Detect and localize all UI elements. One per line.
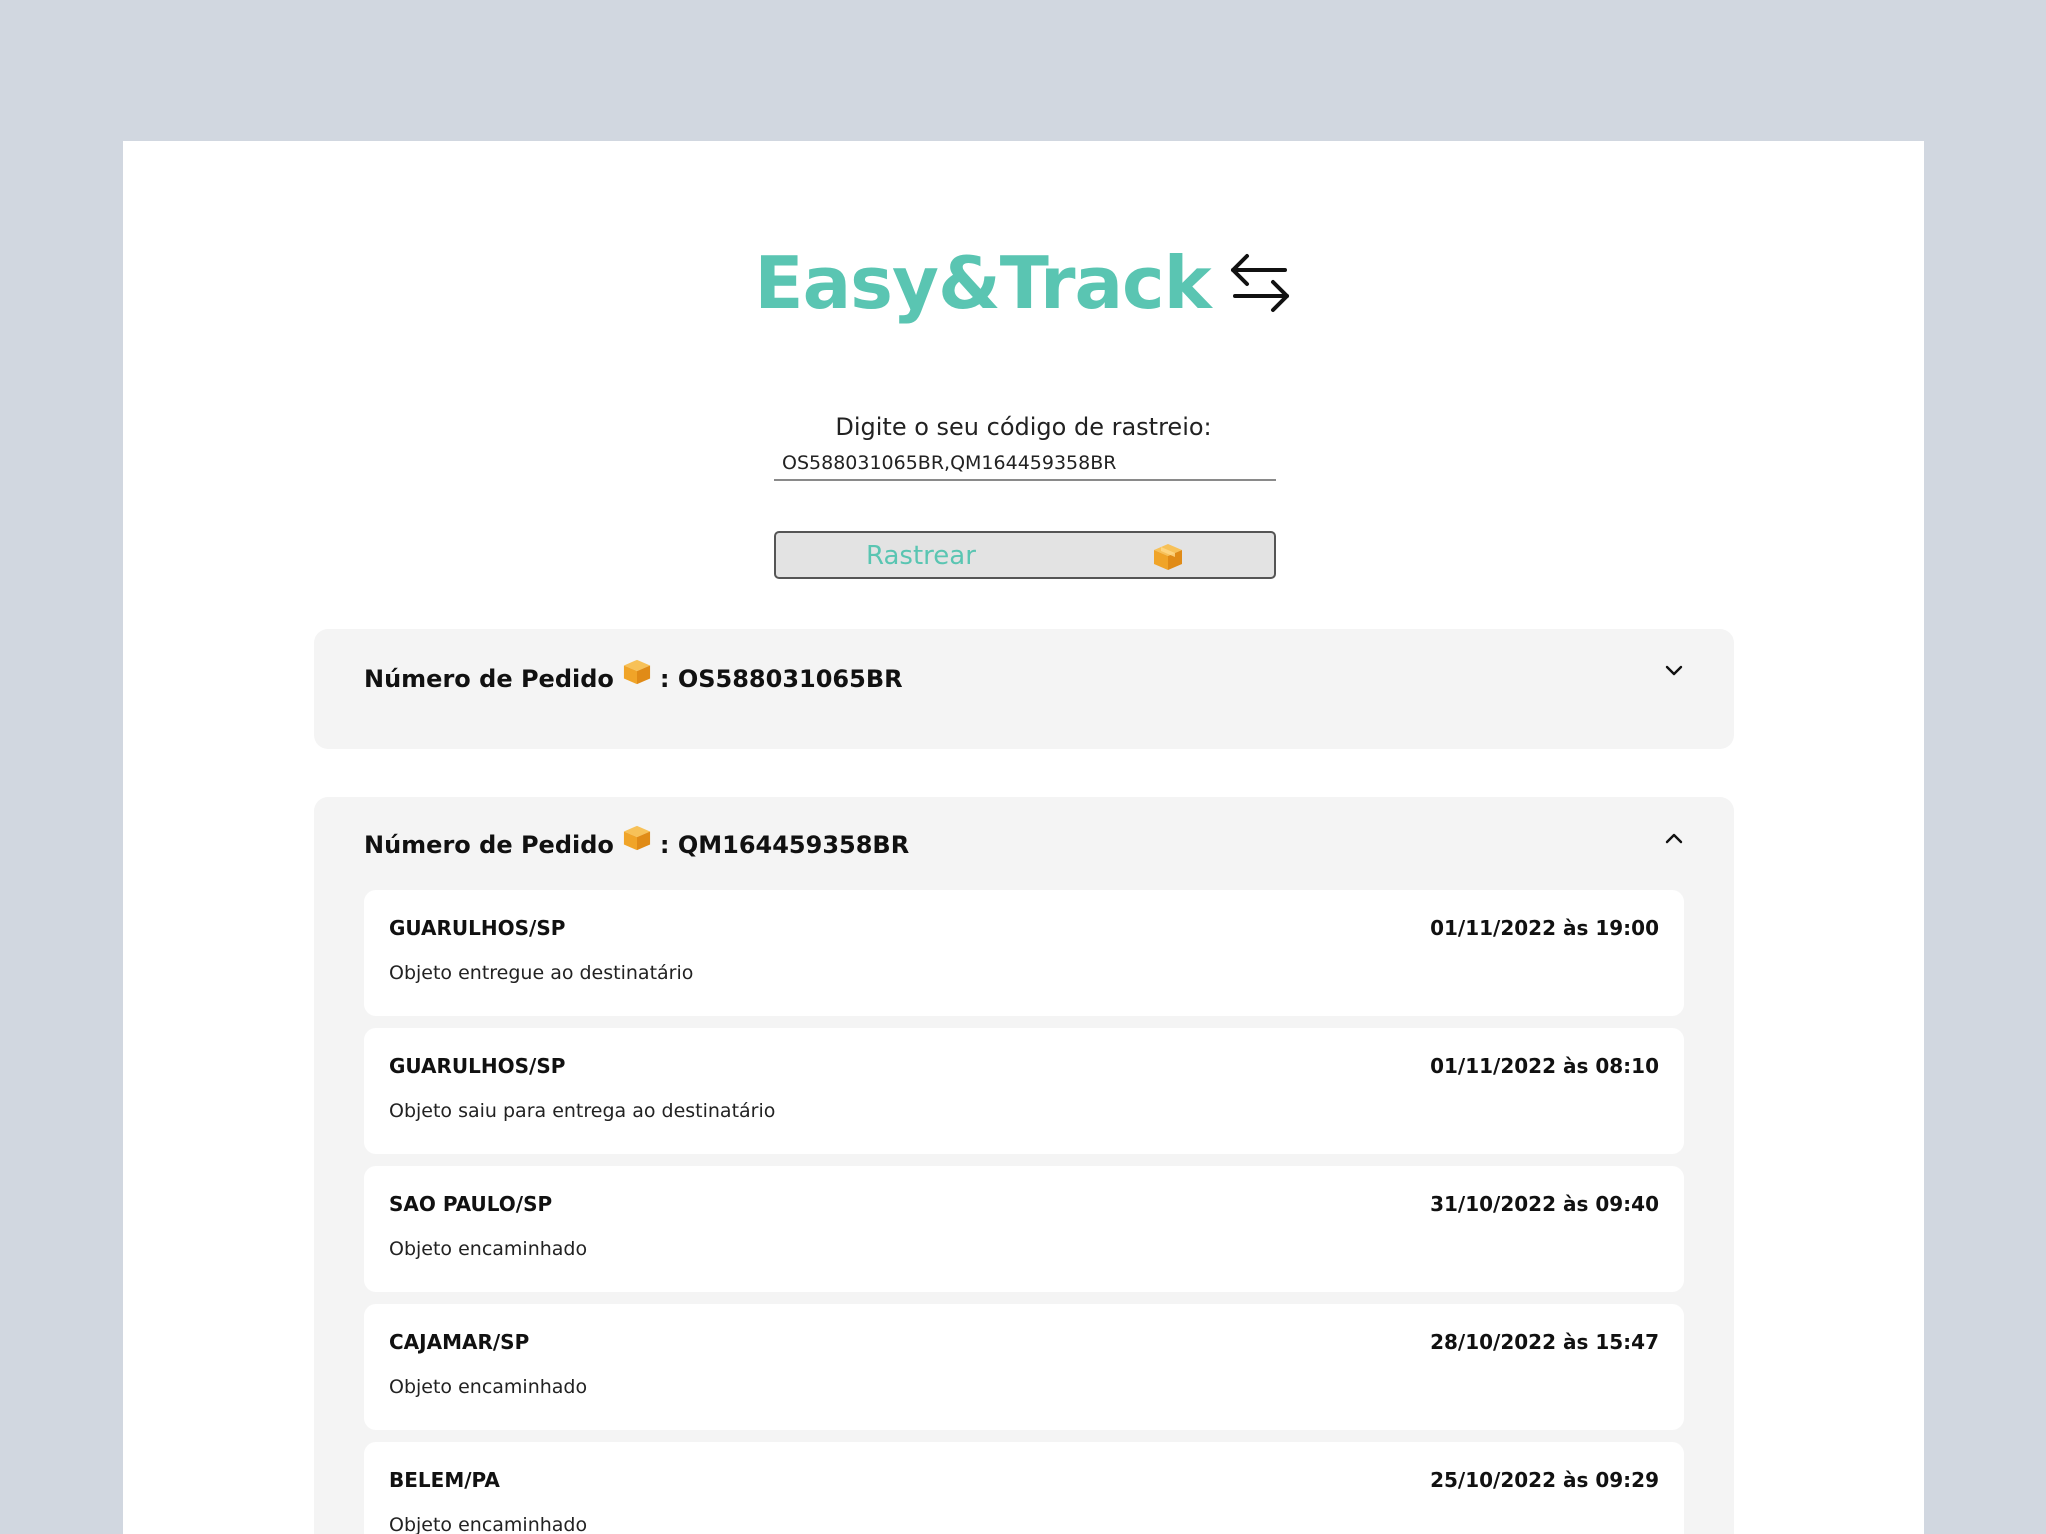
order-card[interactable]: Número de Pedido : QM164459358BR GUARULH… [314, 797, 1734, 1534]
event-datetime: 31/10/2022 às 09:40 [1430, 1192, 1659, 1216]
order-label: Número de Pedido [364, 665, 614, 693]
logo: Easy&Track [123, 233, 1924, 333]
main-page: Easy&Track Digite o seu código de rastre… [123, 141, 1924, 1534]
event-location: GUARULHOS/SP [389, 1054, 566, 1078]
package-icon [1154, 544, 1182, 570]
event-description: Objeto saiu para entrega ao destinatário [389, 1100, 776, 1122]
tracking-events-list: GUARULHOS/SP 01/11/2022 às 19:00 Objeto … [364, 890, 1684, 1534]
tracking-event: BELEM/PA 25/10/2022 às 09:29 Objeto enca… [364, 1442, 1684, 1534]
event-datetime: 25/10/2022 às 09:29 [1430, 1468, 1659, 1492]
logo-text: Easy&Track [754, 241, 1211, 325]
package-icon [623, 659, 650, 685]
tracking-event: SAO PAULO/SP 31/10/2022 às 09:40 Objeto … [364, 1166, 1684, 1292]
chevron-up-icon[interactable] [1664, 831, 1684, 845]
package-icon [623, 825, 650, 851]
event-location: CAJAMAR/SP [389, 1330, 530, 1354]
order-code: : QM164459358BR [659, 831, 910, 859]
event-datetime: 28/10/2022 às 15:47 [1430, 1330, 1659, 1354]
event-datetime: 01/11/2022 às 08:10 [1430, 1054, 1659, 1078]
tracking-event: GUARULHOS/SP 01/11/2022 às 08:10 Objeto … [364, 1028, 1684, 1154]
track-button-label: Rastrear [866, 541, 976, 571]
event-datetime: 01/11/2022 às 19:00 [1430, 916, 1659, 940]
event-description: Objeto encaminhado [389, 1514, 588, 1534]
order-label: Número de Pedido [364, 831, 614, 859]
event-description: Objeto encaminhado [389, 1238, 588, 1260]
tracking-code-input[interactable] [774, 447, 1276, 481]
tracking-event: GUARULHOS/SP 01/11/2022 às 19:00 Objeto … [364, 890, 1684, 1016]
event-location: BELEM/PA [389, 1468, 500, 1492]
order-code: : OS588031065BR [659, 665, 903, 693]
event-location: SAO PAULO/SP [389, 1192, 553, 1216]
order-header: Número de Pedido : QM164459358BR [364, 825, 910, 859]
event-location: GUARULHOS/SP [389, 916, 566, 940]
swap-arrows-icon [1230, 254, 1289, 312]
track-button[interactable]: Rastrear [774, 531, 1276, 579]
order-card[interactable]: Número de Pedido : OS588031065BR [314, 629, 1734, 749]
event-description: Objeto encaminhado [389, 1376, 588, 1398]
chevron-down-icon[interactable] [1664, 663, 1684, 677]
tracking-event: CAJAMAR/SP 28/10/2022 às 15:47 Objeto en… [364, 1304, 1684, 1430]
order-header: Número de Pedido : OS588031065BR [364, 659, 903, 693]
event-description: Objeto entregue ao destinatário [389, 962, 694, 984]
search-label: Digite o seu código de rastreio: [835, 413, 1212, 441]
